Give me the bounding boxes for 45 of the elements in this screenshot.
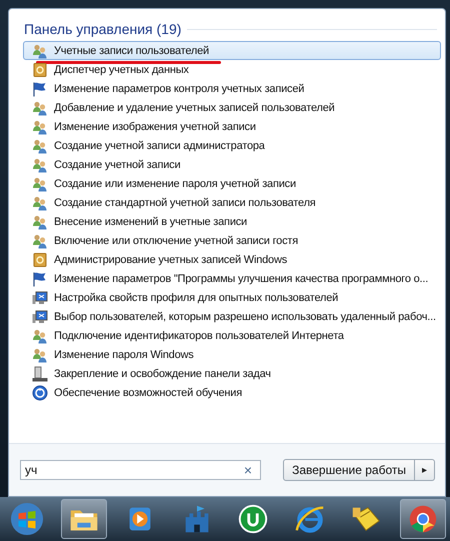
users-icon [32,42,48,58]
monitor-icon [32,308,48,324]
users-icon [32,138,48,154]
flag-icon [32,270,48,286]
users-icon [32,346,48,362]
result-item[interactable]: Закрепление и освобождение панели задач [23,364,441,383]
start-orb-icon[interactable] [10,502,44,536]
result-item[interactable]: Настройка свойств профиля для опытных пользователей [23,288,441,307]
monitor-icon [32,290,48,306]
taskbar-button[interactable] [400,499,446,539]
shutdown-button[interactable]: Завершение работы [283,459,415,481]
users-icon [32,232,48,248]
result-item[interactable]: Изменение пароля Windows [23,345,441,364]
section-heading: Панель управления (19) [24,21,182,37]
users-icon [32,100,48,116]
result-item[interactable]: Внесение изменений в учетные записи [23,212,441,231]
search-field[interactable]: уч × [20,460,262,480]
users-icon [32,194,48,210]
taskbar-icon [32,366,48,382]
ease-of-access-icon [32,384,48,400]
result-item[interactable]: Диспетчер учетных данных [23,60,441,79]
vault-icon [32,252,48,268]
result-item[interactable]: Создание учетной записи администратора [23,136,441,155]
result-item[interactable]: Добавление и удаление учетных записей пользователей [23,98,441,117]
users-icon [32,118,48,134]
result-item[interactable]: Администрирование учетных записей Windows [23,250,441,269]
users-icon [32,176,48,192]
users-icon [32,328,48,344]
result-item[interactable]: Изменение изображения учетной записи [23,117,441,136]
result-item[interactable]: Подключение идентификаторов пользователей Интернета [23,326,441,345]
result-item[interactable]: Создание стандартной учетной записи пользователя [23,193,441,212]
clear-button[interactable]: × [244,462,252,478]
result-item[interactable]: Создание учетной записи [23,155,441,174]
result-item[interactable]: Создание или изменение пароля учетной записи [23,174,441,193]
taskbar-button[interactable] [60,499,107,539]
result-item[interactable]: Обеспечение возможностей обучения [23,383,441,402]
users-icon [32,156,48,172]
vault-icon [32,62,48,78]
result-item[interactable]: Выбор пользователей, которым разрешено использовать удаленный рабоч... [23,307,441,326]
users-icon [32,214,48,230]
flag-icon [32,80,48,96]
result-item[interactable]: Изменение параметров "Программы улучшения качества программного о... [23,269,441,288]
result-item[interactable]: Изменение параметров контроля учетных записей [23,79,441,98]
shutdown-options-button[interactable]: ▸ [415,459,435,481]
result-item[interactable]: Включение или отключение учетной записи гостя [23,231,441,250]
